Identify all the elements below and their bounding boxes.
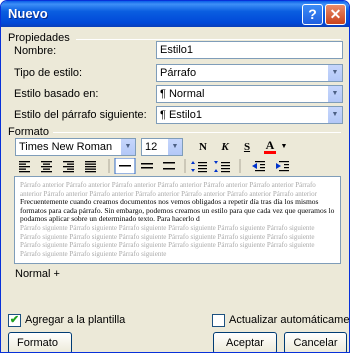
next-paragraph-style-value: ¶ Estilo1 xyxy=(160,109,202,121)
italic-button[interactable]: K xyxy=(215,138,235,156)
add-to-template-label: Agregar a la plantilla xyxy=(25,314,126,326)
underline-button[interactable]: S xyxy=(237,138,257,156)
font-color-swatch xyxy=(264,151,276,154)
paragraph-format-toolbar xyxy=(19,158,289,174)
align-center-icon xyxy=(41,161,52,173)
style-type-label: Tipo de estilo: xyxy=(14,67,83,79)
chevron-down-icon[interactable]: ▼ xyxy=(167,139,182,155)
auto-update-checkbox[interactable]: ✔ xyxy=(212,314,225,327)
font-color-icon: A xyxy=(265,138,275,152)
format-divider xyxy=(53,132,341,133)
single-spacing-icon xyxy=(119,165,131,167)
style-description: Normal + xyxy=(15,268,60,280)
close-button[interactable]: ✕ xyxy=(325,4,346,25)
font-name-select[interactable]: Times New Roman ▼ xyxy=(15,138,136,156)
style-type-select[interactable]: Párrafo ▼ xyxy=(156,64,343,82)
chevron-down-icon[interactable]: ▼ xyxy=(327,86,342,102)
title-bar: Nuevo ? ✕ xyxy=(1,1,349,27)
help-button[interactable]: ? xyxy=(302,4,323,25)
based-on-label: Estilo basado en: xyxy=(14,88,99,100)
preview-next-paragraph: Párrafo siguiente Párrafo siguiente Párr… xyxy=(20,223,315,258)
style-preview-pane: Párrafo anterior Párrafo anterior Párraf… xyxy=(14,176,341,264)
ok-button[interactable]: Aceptar xyxy=(213,332,277,352)
style-type-value: Párrafo xyxy=(160,67,197,79)
font-color-button[interactable]: A xyxy=(261,137,279,155)
based-on-value: ¶ Normal xyxy=(160,88,205,100)
format-menu-button[interactable]: Formato ▼ xyxy=(8,332,72,352)
font-color-dropdown-icon[interactable]: ▼ xyxy=(279,138,289,156)
new-style-dialog: Nuevo ? ✕ Propiedades Nombre: Estilo1 Ti… xyxy=(0,0,350,353)
cancel-button[interactable]: Cancelar xyxy=(284,332,347,352)
name-field[interactable]: Estilo1 xyxy=(156,41,343,59)
space-before-increase-icon xyxy=(198,162,207,173)
preview-sample-text: Frecuentemente cuando creamos documentos… xyxy=(20,197,335,224)
chevron-down-icon[interactable]: ▼ xyxy=(120,139,135,155)
line-spacing-1-5-icon xyxy=(141,163,153,169)
format-section-label: Formato xyxy=(8,126,49,138)
based-on-select[interactable]: ¶ Normal ▼ xyxy=(156,85,343,103)
font-name-value: Times New Roman xyxy=(19,141,113,153)
window-title: Nuevo xyxy=(8,6,48,21)
chevron-down-icon[interactable]: ▼ xyxy=(327,107,342,123)
properties-section-label: Propiedades xyxy=(8,32,70,44)
format-button-label: Formato xyxy=(17,337,58,349)
name-label: Nombre: xyxy=(14,45,57,57)
bold-button[interactable]: N xyxy=(193,138,213,156)
next-paragraph-style-select[interactable]: ¶ Estilo1 ▼ xyxy=(156,106,343,124)
double-spacing-icon xyxy=(163,162,175,170)
space-before-decrease-icon xyxy=(221,162,230,173)
auto-update-label: Actualizar automáticamente xyxy=(229,314,350,326)
font-size-value: 12 xyxy=(145,141,158,153)
align-left-icon xyxy=(19,161,30,173)
preview-previous-paragraph: Párrafo anterior Párrafo anterior Párraf… xyxy=(20,181,317,198)
align-right-icon xyxy=(63,161,74,173)
chevron-down-icon[interactable]: ▼ xyxy=(327,65,342,81)
justify-icon xyxy=(85,161,96,173)
add-to-template-checkbox[interactable]: ✔ xyxy=(8,314,21,327)
font-size-select[interactable]: 12 ▼ xyxy=(141,138,183,156)
next-paragraph-style-label: Estilo del párrafo siguiente: xyxy=(14,109,147,121)
properties-divider xyxy=(76,39,341,40)
